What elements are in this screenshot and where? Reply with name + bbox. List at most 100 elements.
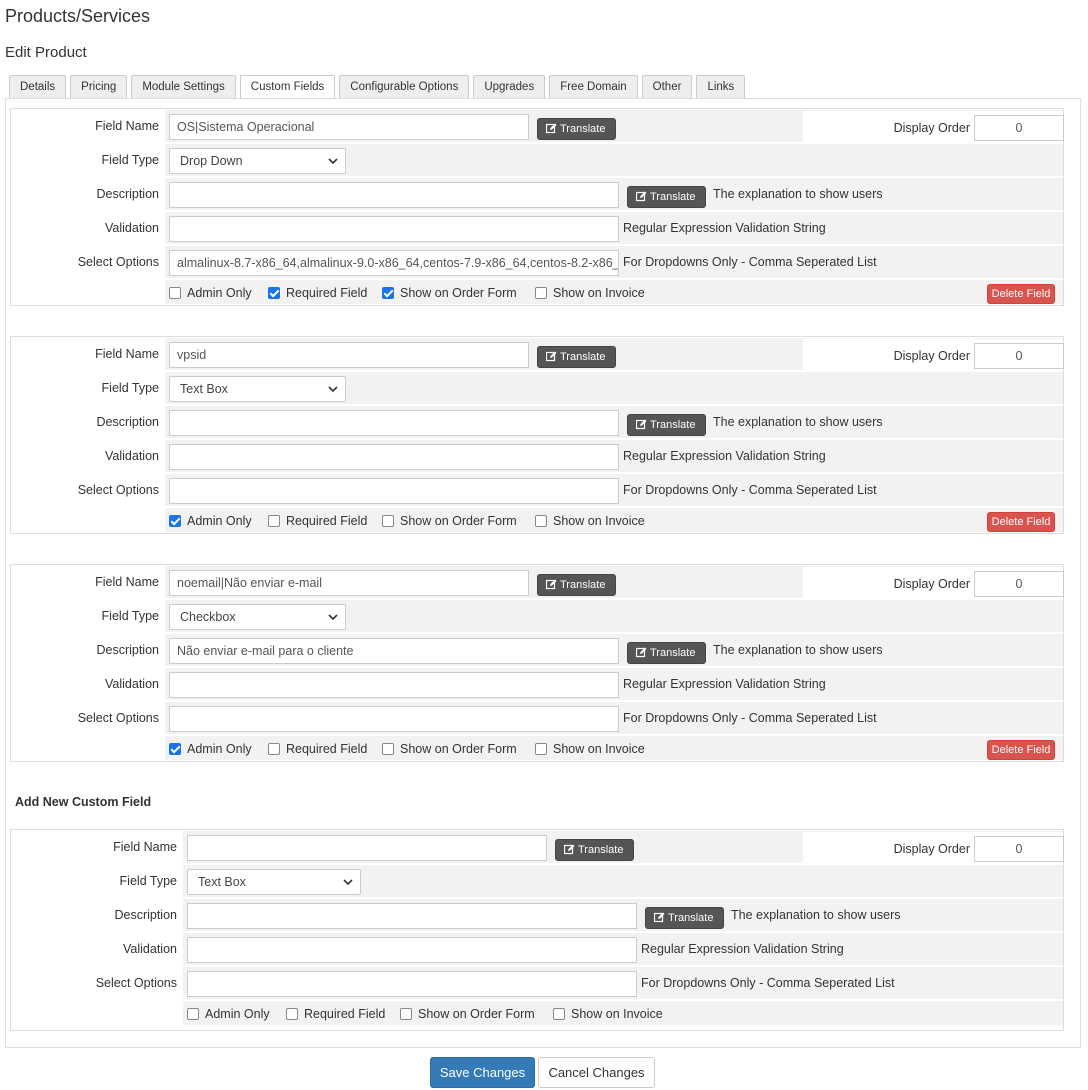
checkbox-icon — [535, 743, 547, 755]
translate-description-button[interactable]: Translate — [627, 414, 706, 436]
show-on-order-form-checkbox[interactable]: Show on Order Form — [382, 736, 517, 762]
display-order-input[interactable]: 0 — [974, 571, 1064, 597]
field-name-label: Field Name — [11, 109, 165, 143]
show-on-invoice-checkbox[interactable]: Show on Invoice — [535, 508, 645, 534]
description-label: Description — [11, 898, 183, 932]
translate-name-button[interactable]: Translate — [537, 346, 616, 368]
show-on-order-form-checkbox[interactable]: Show on Order Form — [382, 508, 517, 534]
display-order-input[interactable]: 0 — [974, 836, 1064, 862]
select-options-input[interactable] — [169, 706, 619, 732]
validation-label: Validation — [11, 667, 165, 701]
required-field-checkbox[interactable]: Required Field — [286, 1001, 385, 1027]
show-on-invoice-checkbox[interactable]: Show on Invoice — [535, 280, 645, 306]
description-hint: The explanation to show users — [713, 643, 883, 657]
validation-hint: Regular Expression Validation String — [623, 677, 826, 691]
required-field-checkbox[interactable]: Required Field — [268, 508, 367, 534]
field-name-label: Field Name — [11, 337, 165, 371]
tab-free-domain[interactable]: Free Domain — [549, 75, 638, 99]
checkbox-icon — [535, 287, 547, 299]
delete-field-button[interactable]: Delete Field — [987, 512, 1055, 532]
select-options-input[interactable] — [187, 971, 637, 997]
field-type-select[interactable]: Text Box — [187, 869, 361, 895]
select-options-hint: For Dropdowns Only - Comma Seperated Lis… — [623, 711, 877, 725]
field-name-label: Field Name — [11, 565, 165, 599]
field-name-label: Field Name — [11, 830, 183, 864]
display-order-label: Display Order — [893, 842, 970, 856]
custom-field-block: Field Name vpsid Translate Display Order… — [10, 336, 1064, 534]
description-input[interactable] — [187, 903, 637, 929]
translate-name-button[interactable]: Translate — [537, 118, 616, 140]
validation-input[interactable] — [187, 937, 637, 963]
required-field-checkbox[interactable]: Required Field — [268, 736, 367, 762]
translate-name-button[interactable]: Translate — [537, 574, 616, 596]
field-name-input[interactable]: OS|Sistema Operacional — [169, 114, 529, 140]
chevron-down-icon — [343, 879, 353, 886]
tab-details[interactable]: Details — [9, 75, 67, 99]
field-name-input[interactable] — [187, 835, 547, 861]
admin-only-checkbox[interactable]: Admin Only — [169, 736, 252, 762]
edit-icon — [545, 579, 557, 590]
description-label: Description — [11, 633, 165, 667]
tab-pricing[interactable]: Pricing — [70, 75, 128, 99]
admin-only-checkbox[interactable]: Admin Only — [169, 280, 252, 306]
select-options-input[interactable]: almalinux-8.7-x86_64,almalinux-9.0-x86_6… — [169, 250, 619, 276]
field-type-select[interactable]: Text Box — [169, 376, 346, 402]
tab-bar: Details Pricing Module Settings Custom F… — [9, 75, 746, 101]
field-name-input[interactable]: vpsid — [169, 342, 529, 368]
checkbox-icon — [169, 287, 181, 299]
select-options-label: Select Options — [11, 473, 165, 507]
description-hint: The explanation to show users — [731, 908, 901, 922]
display-order-label: Display Order — [893, 121, 970, 135]
checkbox-icon — [268, 743, 280, 755]
select-options-hint: For Dropdowns Only - Comma Seperated Lis… — [623, 483, 877, 497]
edit-icon — [635, 191, 647, 202]
translate-name-button[interactable]: Translate — [555, 839, 634, 861]
delete-field-button[interactable]: Delete Field — [987, 740, 1055, 760]
translate-description-button[interactable]: Translate — [627, 642, 706, 664]
admin-only-checkbox[interactable]: Admin Only — [187, 1001, 270, 1027]
display-order-input[interactable]: 0 — [974, 115, 1064, 141]
save-changes-button[interactable]: Save Changes — [430, 1057, 535, 1088]
tab-module-settings[interactable]: Module Settings — [131, 75, 236, 99]
field-type-label: Field Type — [11, 864, 183, 898]
edit-icon — [635, 419, 647, 430]
validation-input[interactable] — [169, 216, 619, 242]
tab-configurable-options[interactable]: Configurable Options — [339, 75, 470, 99]
cancel-changes-button[interactable]: Cancel Changes — [538, 1057, 655, 1088]
required-field-checkbox[interactable]: Required Field — [268, 280, 367, 306]
field-type-value: Drop Down — [180, 154, 243, 168]
description-input[interactable] — [169, 182, 619, 208]
tab-other[interactable]: Other — [641, 75, 693, 99]
translate-description-button[interactable]: Translate — [645, 907, 724, 929]
translate-description-button[interactable]: Translate — [627, 186, 706, 208]
select-options-hint: For Dropdowns Only - Comma Seperated Lis… — [623, 255, 877, 269]
description-input[interactable]: Não enviar e-mail para o cliente — [169, 638, 619, 664]
chevron-down-icon — [328, 614, 338, 621]
show-on-order-form-checkbox[interactable]: Show on Order Form — [382, 280, 517, 306]
field-type-label: Field Type — [11, 599, 165, 633]
delete-field-button[interactable]: Delete Field — [987, 284, 1055, 304]
field-type-value: Checkbox — [180, 610, 236, 624]
show-on-invoice-checkbox[interactable]: Show on Invoice — [553, 1001, 663, 1027]
field-type-select[interactable]: Checkbox — [169, 604, 346, 630]
display-order-input[interactable]: 0 — [974, 343, 1064, 369]
admin-only-checkbox[interactable]: Admin Only — [169, 508, 252, 534]
validation-input[interactable] — [169, 672, 619, 698]
select-options-label: Select Options — [11, 966, 183, 1000]
description-input[interactable] — [169, 410, 619, 436]
chevron-down-icon — [328, 386, 338, 393]
tab-links[interactable]: Links — [696, 75, 746, 99]
description-hint: The explanation to show users — [713, 415, 883, 429]
field-type-select[interactable]: Drop Down — [169, 148, 346, 174]
field-name-input[interactable]: noemail|Não enviar e-mail — [169, 570, 529, 596]
show-on-order-form-checkbox[interactable]: Show on Order Form — [400, 1001, 535, 1027]
checkbox-icon — [169, 515, 181, 527]
edit-icon — [563, 844, 575, 855]
show-on-invoice-checkbox[interactable]: Show on Invoice — [535, 736, 645, 762]
checkbox-icon — [268, 287, 280, 299]
validation-input[interactable] — [169, 444, 619, 470]
tab-upgrades[interactable]: Upgrades — [473, 75, 546, 99]
checkbox-icon — [169, 743, 181, 755]
select-options-label: Select Options — [11, 701, 165, 735]
select-options-input[interactable] — [169, 478, 619, 504]
